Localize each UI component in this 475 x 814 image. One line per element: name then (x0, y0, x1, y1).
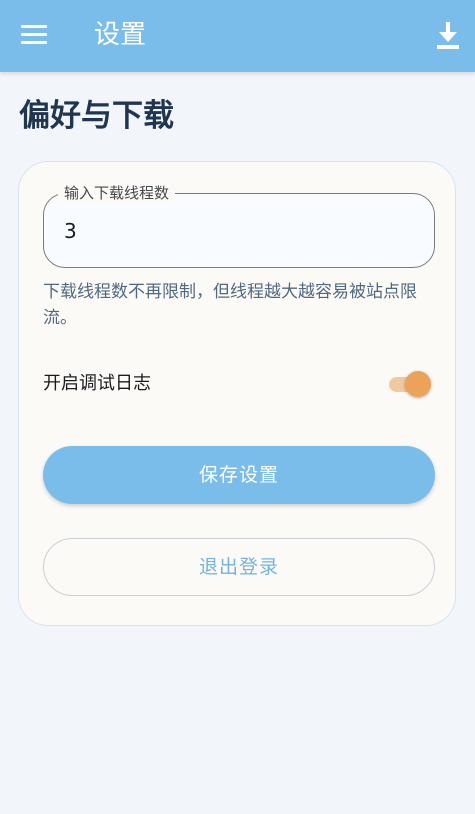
app-bar: 设置 (0, 0, 475, 72)
thread-count-field[interactable]: 输入下载线程数 (43, 183, 435, 268)
page-heading: 偏好与下载 (19, 98, 174, 134)
debug-log-label: 开启调试日志 (43, 373, 151, 394)
debug-log-toggle[interactable] (387, 371, 433, 397)
settings-card: 输入下载线程数 下载线程数不再限制，但线程越大越容易被站点限流。 开启调试日志 … (18, 161, 456, 626)
debug-log-row: 开启调试日志 (43, 367, 435, 401)
thread-count-input[interactable] (64, 216, 404, 246)
menu-button[interactable] (14, 18, 54, 52)
thread-help-text: 下载线程数不再限制，但线程越大越容易被站点限流。 (43, 282, 417, 328)
app-bar-title: 设置 (94, 20, 147, 50)
download-icon (437, 22, 459, 49)
toggle-thumb (405, 371, 431, 397)
logout-button[interactable]: 退出登录 (43, 538, 435, 596)
thread-count-label: 输入下载线程数 (58, 183, 176, 203)
download-button[interactable] (428, 14, 468, 54)
save-settings-button[interactable]: 保存设置 (43, 446, 435, 504)
